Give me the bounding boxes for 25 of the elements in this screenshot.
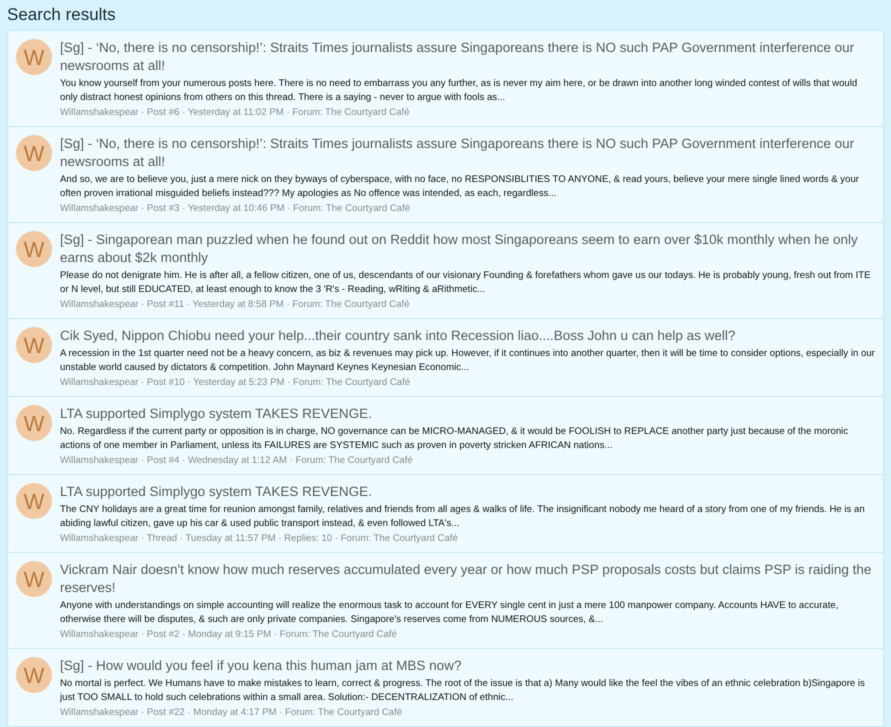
result-meta: Willamshakespear · Post #6 · Yesterday at 11:02 PM · Forum: The Courtyard Café [60,106,410,120]
result-snippet: Please do not denigrate him. He is after all, a fellow citizen, one of us, descendants of our visionary Founding & forefathers whom gave us our todays. He is probably young, fresh out from ITE or N level, but still EDUCATED, at least enough to know the 3 'R's - Reading, wRiting & aRithmetic... [60,269,872,297]
result-snippet: No mortal is perfect. We Humans have to make mistakes to learn, correct & progress. The root of the issue is that a) Many would like the feel the vibes of an ethnic celebration b)Singapore is just TOO SMALL to hold such celebrations within a small area. Solution:- DECENTRALIZATION of ethnic... [60,677,866,705]
result-meta: Willamshakespear · Post #11 · Yesterday at 8:58 PM · Forum: The Courtyard Café [60,298,410,312]
result-title[interactable]: [Sg] - Singaporean man puzzled when he found out on Reddit how most Singaporeans seem to earn over $10k monthly when he only earns about $2k monthly [60,231,877,267]
result-snippet: The CNY holidays are a great time for reunion amongst family, relatives and friends from all ages & walks of life. The insignificant nobody me heard of a story from one of my friends. He is an abiding lawful citizen, gave up his car & used public transport instead, & even followed LTA's... [60,503,866,531]
result-title[interactable]: Cik Syed, Nippon Chiobu need your help...their country sank into Recession liao....Boss John u can help as well? [60,327,877,345]
result-title[interactable]: [Sg] - ‘No, there is no censorship!’: Straits Times journalists assure Singaporeans there is NO such PAP Government interference our newsrooms at all! [60,39,877,75]
result-meta: Willamshakespear · Post #2 · Monday at 9:15 PM · Forum: The Courtyard Café [60,628,398,642]
result-meta: Willamshakespear · Post #4 · Wednesday at 1:12 AM · Forum: The Courtyard Café [60,454,414,468]
result-snippet: And so, we are to believe you, just a mere nick on they byways of cyberspace, with no face, no RESPONSIBLITIES TO ANYONE, & read yours, believe your mere single lined words & your often proven irrational misguided beliefs instead??? My apologies as No offence was intended, as each, regardless... [60,173,860,201]
result-title[interactable]: LTA supported Simplygo system TAKES REVENGE. [60,405,877,423]
result-title[interactable]: [Sg] - ‘No, there is no censorship!’: Straits Times journalists assure Singaporeans there is NO such PAP Government interference our newsrooms at all! [60,135,877,171]
result-meta: Willamshakespear · Post #10 · Yesterday at 5:23 PM · Forum: The Courtyard Café [60,376,412,390]
result-title[interactable]: LTA supported Simplygo system TAKES REVENGE. [60,483,877,501]
result-snippet: Anyone with understandings on simple accounting will realize the enormous task to account for EVERY single cent in just a mere 100 manpower company. Accounts HAVE to accurate, otherwise there will be disputes, & such are only private companies. Singapore's reserves come from NUMEROUS sources, &... [60,599,840,627]
result-meta: Willamshakespear · Post #3 · Yesterday at 10:46 PM · Forum: The Courtyard Café [60,202,412,216]
page-title: Search results [7,4,116,26]
result-meta: Willamshakespear · Post #22 · Monday at 4:17 PM · Forum: The Courtyard Café [60,706,404,720]
result-title[interactable]: Vickram Nair doesn't know how much reserves accumulated every year or how much PSP proposals costs but claims PSP is raiding the reserves! [60,561,877,597]
result-snippet: A recession in the 1st quarter need not be a heavy concern, as biz & revenues may pick up. However, if it continues into another quarter, then it will be time to consider options, especially in our unstable world caused by dictators & competition. John Maynard Keynes Keynesian Economic... [60,347,876,375]
result-snippet: You know yourself from your numerous posts here. There is no need to embarrass you any further, as is never my aim here, or be drawn into another long winded contest of wills that would only distract honest opinions from others on this thread. There is a saying - never to argue with fools as... [60,77,858,105]
result-snippet: No. Regardless if the current party or opposition is in charge, NO governance can be MICRO-MANAGED, & it would be FOOLISH to REPLACE another party just because of the moronic actions of one member in Parliament, unless its FAILURES are SYSTEMIC such as proven in poverty stricken AFRICAN nations... [60,425,850,453]
result-meta: Willamshakespear · Thread · Tuesday at 11:57 PM · Replies: 10 · Forum: The Courtyard Café [60,532,459,546]
result-title[interactable]: [Sg] - How would you feel if you kena this human jam at MBS now? [60,657,877,675]
